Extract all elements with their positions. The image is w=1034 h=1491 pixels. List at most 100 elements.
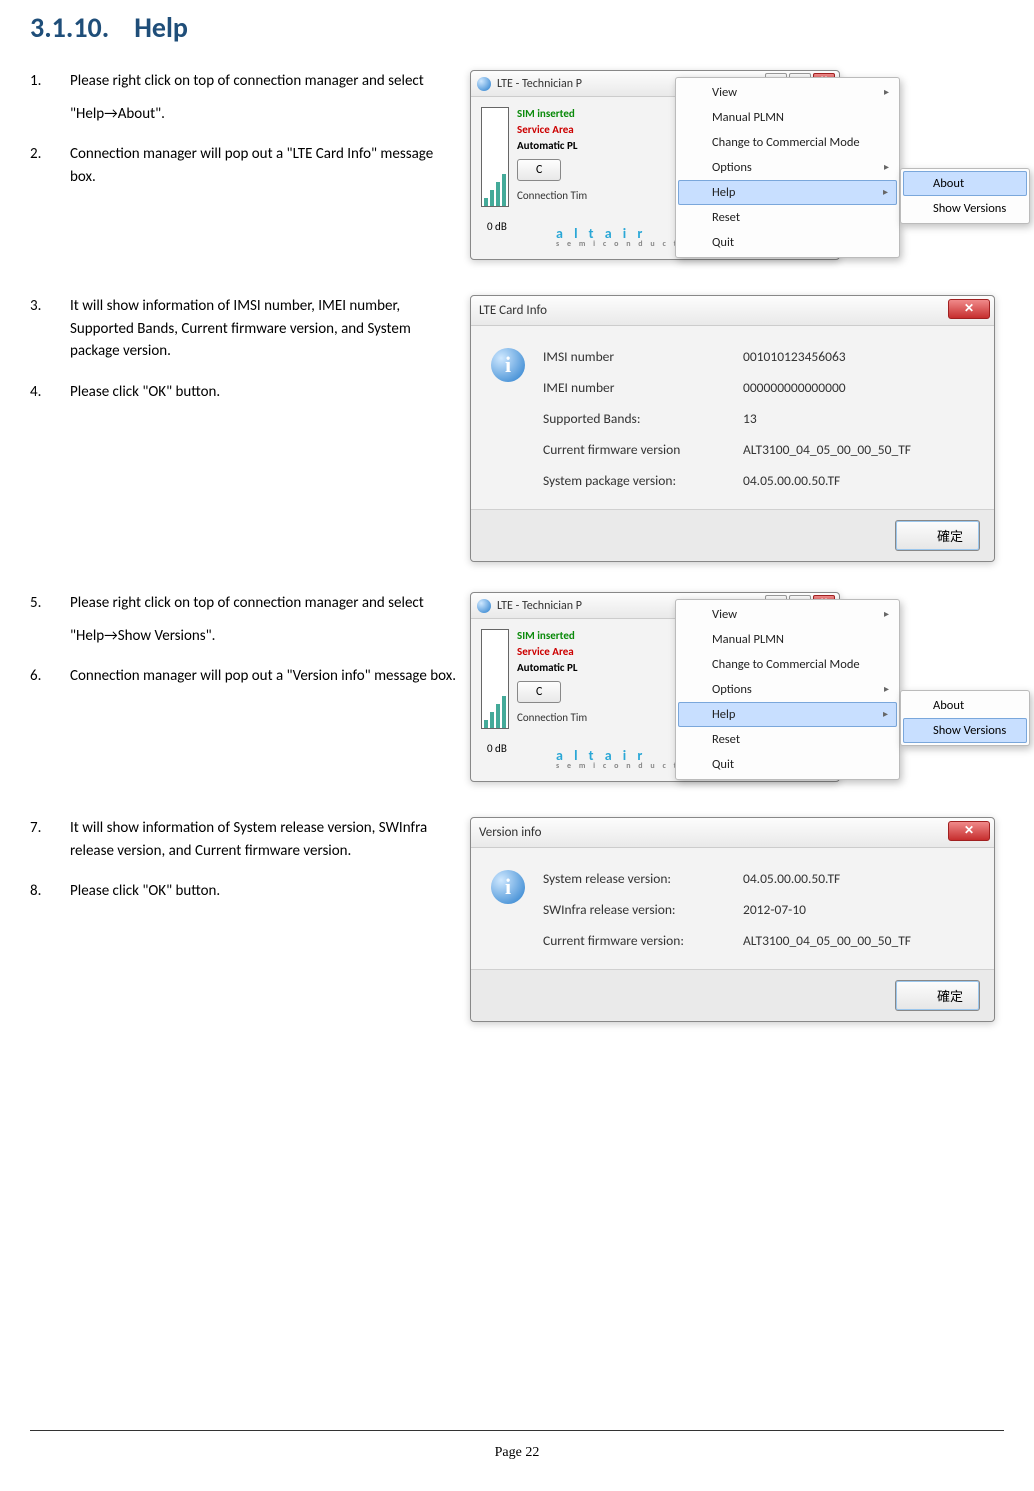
info-value: ALT3100_04_05_00_00_50_TF — [743, 441, 974, 458]
step-number: 4. — [30, 381, 70, 404]
info-row: IMEI number 000000000000000 — [543, 379, 974, 396]
info-label: Supported Bands: — [543, 410, 743, 427]
step-text: "Help→Show Versions". — [70, 625, 424, 648]
step-6: 6. Connection manager will pop out a "Ve… — [30, 665, 460, 688]
info-icon: i — [491, 870, 525, 904]
step-text: It will show information of System relea… — [70, 817, 460, 862]
menu-item-reset[interactable]: Reset — [678, 727, 897, 752]
dialog-title: LTE Card Info — [479, 303, 547, 318]
step-number: 8. — [30, 880, 70, 903]
menu-item-help[interactable]: Help — [678, 702, 897, 727]
submenu-item-show-versions[interactable]: Show Versions — [903, 196, 1027, 221]
step-number: 1. — [30, 70, 70, 125]
info-row: System package version: 04.05.00.00.50.T… — [543, 472, 974, 489]
step-text: It will show information of IMSI number,… — [70, 295, 460, 363]
auto-plmn: Automatic PL — [517, 139, 587, 152]
signal-meter — [481, 107, 509, 207]
service-area: Service Area — [517, 123, 587, 136]
sim-status: SIM inserted — [517, 629, 587, 642]
step-text: Connection manager will pop out a "Versi… — [70, 665, 456, 688]
info-row: Current firmware version ALT3100_04_05_0… — [543, 441, 974, 458]
service-area: Service Area — [517, 645, 587, 658]
connect-button[interactable]: C — [517, 681, 561, 703]
info-value: 04.05.00.00.50.TF — [743, 870, 974, 887]
info-label: System package version: — [543, 472, 743, 489]
info-value: 000000000000000 — [743, 379, 974, 396]
connect-button[interactable]: C — [517, 159, 561, 181]
submenu-item-about[interactable]: About — [903, 693, 1027, 718]
connection-time: Connection Tim — [517, 711, 587, 724]
menu-item-view[interactable]: View — [678, 602, 897, 627]
context-menu: View Manual PLMN Change to Commercial Mo… — [675, 77, 900, 258]
info-label: System release version: — [543, 870, 743, 887]
auto-plmn: Automatic PL — [517, 661, 587, 674]
app-icon — [477, 599, 491, 613]
info-row: Supported Bands: 13 — [543, 410, 974, 427]
menu-item-change-mode[interactable]: Change to Commercial Mode — [678, 652, 897, 677]
menu-item-options[interactable]: Options — [678, 677, 897, 702]
dialog-titlebar: Version info — [471, 818, 994, 848]
step-text: Please click "OK" button. — [70, 880, 220, 903]
dialog-titlebar: LTE Card Info — [471, 296, 994, 326]
window-title: LTE - Technician P — [497, 599, 582, 613]
info-value: 001010123456063 — [743, 348, 974, 365]
step-7: 7. It will show information of System re… — [30, 817, 460, 862]
step-text: Please right click on top of connection … — [70, 592, 424, 615]
figure-context-menu-versions: LTE - Technician P – □ ✕ — [470, 592, 1030, 787]
info-value: 2012-07-10 — [743, 901, 974, 918]
menu-item-view[interactable]: View — [678, 80, 897, 105]
info-value: 04.05.00.00.50.TF — [743, 472, 974, 489]
connection-time: Connection Tim — [517, 189, 587, 202]
dialog-title: Version info — [479, 825, 542, 840]
step-number: 7. — [30, 817, 70, 862]
signal-meter — [481, 629, 509, 729]
info-icon: i — [491, 348, 525, 382]
footer-divider — [30, 1430, 1004, 1431]
info-value: ALT3100_04_05_00_00_50_TF — [743, 932, 974, 949]
menu-item-manual-plmn[interactable]: Manual PLMN — [678, 627, 897, 652]
menu-item-manual-plmn[interactable]: Manual PLMN — [678, 105, 897, 130]
menu-item-options[interactable]: Options — [678, 155, 897, 180]
submenu-item-show-versions[interactable]: Show Versions — [903, 718, 1027, 743]
lte-card-info-dialog: LTE Card Info ✕ i IMSI number 0010101234… — [470, 295, 995, 562]
menu-item-change-mode[interactable]: Change to Commercial Mode — [678, 130, 897, 155]
info-label: SWInfra release version: — [543, 901, 743, 918]
step-number: 2. — [30, 143, 70, 188]
step-4: 4. Please click "OK" button. — [30, 381, 460, 404]
window-title: LTE - Technician P — [497, 77, 582, 91]
step-5: 5. Please right click on top of connecti… — [30, 592, 460, 647]
step-3: 3. It will show information of IMSI numb… — [30, 295, 460, 363]
step-text: Please right click on top of connection … — [70, 70, 424, 93]
submenu-help: About Show Versions — [900, 168, 1030, 224]
step-8: 8. Please click "OK" button. — [30, 880, 460, 903]
info-value: 13 — [743, 410, 974, 427]
step-number: 3. — [30, 295, 70, 363]
menu-item-quit[interactable]: Quit — [678, 230, 897, 255]
info-row: SWInfra release version: 2012-07-10 — [543, 901, 974, 918]
step-number: 6. — [30, 665, 70, 688]
dialog-close-button[interactable]: ✕ — [948, 299, 990, 319]
menu-item-help[interactable]: Help — [678, 180, 897, 205]
step-text: Connection manager will pop out a "LTE C… — [70, 143, 460, 188]
step-2: 2. Connection manager will pop out a "LT… — [30, 143, 460, 188]
step-text: Please click "OK" button. — [70, 381, 220, 404]
db-label: 0 dB — [487, 220, 507, 233]
info-row: Current firmware version: ALT3100_04_05_… — [543, 932, 974, 949]
menu-item-quit[interactable]: Quit — [678, 752, 897, 777]
figure-context-menu-about: LTE - Technician P – □ ✕ — [470, 70, 1030, 265]
version-info-dialog: Version info ✕ i System release version:… — [470, 817, 995, 1022]
info-row: System release version: 04.05.00.00.50.T… — [543, 870, 974, 887]
heading-number: 3.1.10. — [30, 10, 109, 45]
submenu-help: About Show Versions — [900, 690, 1030, 746]
menu-item-reset[interactable]: Reset — [678, 205, 897, 230]
dialog-close-button[interactable]: ✕ — [948, 821, 990, 841]
info-label: IMSI number — [543, 348, 743, 365]
submenu-item-about[interactable]: About — [903, 171, 1027, 196]
step-1: 1. Please right click on top of connecti… — [30, 70, 460, 125]
info-label: Current firmware version: — [543, 932, 743, 949]
db-label: 0 dB — [487, 742, 507, 755]
sim-status: SIM inserted — [517, 107, 587, 120]
ok-button[interactable]: 確定 — [895, 520, 980, 551]
heading-title: Help — [134, 10, 188, 45]
ok-button[interactable]: 確定 — [895, 980, 980, 1011]
